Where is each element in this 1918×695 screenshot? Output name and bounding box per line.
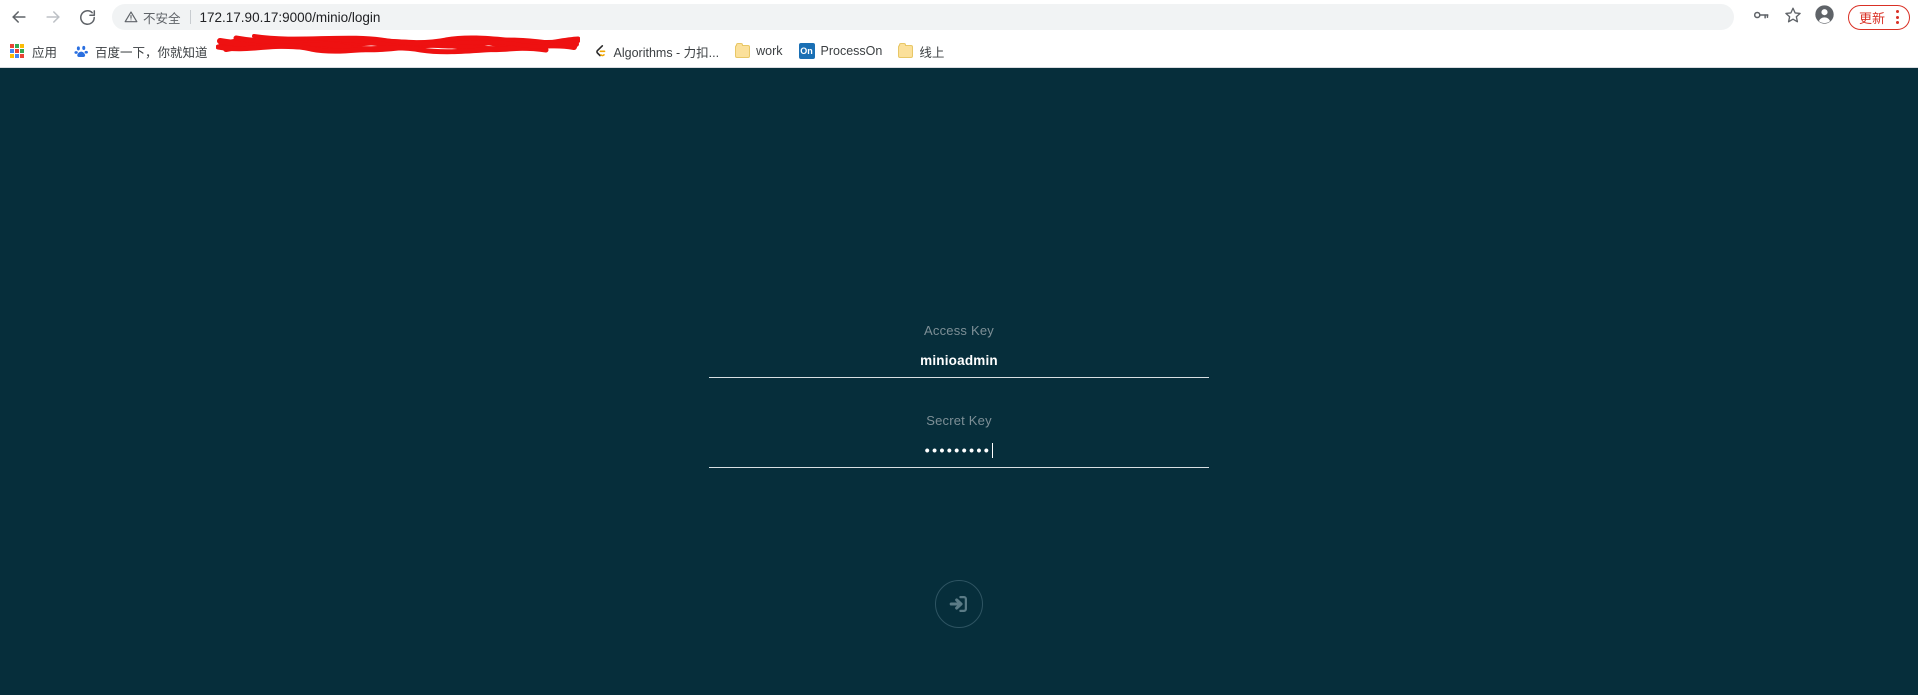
- reload-button[interactable]: [72, 2, 102, 32]
- leetcode-icon: [592, 43, 608, 59]
- apps-grid-icon: [10, 44, 24, 58]
- avatar-icon: [1814, 4, 1835, 30]
- star-icon: [1784, 6, 1802, 29]
- update-label: 更新: [1858, 10, 1885, 26]
- bookmark-baidu[interactable]: 百度一下，你就知道: [65, 39, 216, 63]
- login-form: Access Key minioadmin Secret Key •••••••…: [709, 323, 1209, 468]
- browser-chrome: 不安全 172.17.90.17:9000/minio/login 更新 应用 …: [0, 0, 1918, 68]
- back-button[interactable]: [4, 2, 34, 32]
- secret-key-field[interactable]: Secret Key •••••••••: [709, 413, 1209, 468]
- forward-button[interactable]: [38, 2, 68, 32]
- access-key-input[interactable]: minioadmin: [709, 352, 1209, 369]
- folder-icon: [898, 42, 914, 58]
- secret-key-input[interactable]: •••••••••: [709, 442, 1209, 459]
- bookmark-star-button[interactable]: [1778, 2, 1808, 32]
- bookmark-work[interactable]: work: [727, 39, 790, 63]
- bookmark-label: 百度一下，你就知道: [95, 45, 208, 60]
- bookmark-algorithms[interactable]: Algorithms - 力扣...: [584, 39, 728, 63]
- access-key-field[interactable]: Access Key minioadmin: [709, 323, 1209, 378]
- arrow-right-icon: [43, 7, 63, 27]
- folder-icon: [735, 42, 751, 58]
- arrow-left-icon: [9, 7, 29, 27]
- bookmark-redacted[interactable]: [216, 39, 584, 63]
- bookmark-apps[interactable]: 应用: [0, 39, 65, 63]
- bookmark-label: 线上: [919, 45, 945, 60]
- security-status-label: 不安全: [143, 11, 181, 26]
- bookmark-label: work: [756, 44, 783, 58]
- browser-toolbar: 不安全 172.17.90.17:9000/minio/login 更新: [0, 0, 1918, 34]
- warning-triangle-icon: [124, 10, 138, 24]
- bookmarks-bar: 应用 百度一下，你就知道 Algorithms - 力扣... work On …: [0, 34, 1918, 68]
- secret-key-label: Secret Key: [926, 413, 992, 428]
- bookmark-label: 应用: [32, 45, 58, 60]
- access-key-label: Access Key: [924, 323, 994, 338]
- baidu-paw-icon: [73, 43, 89, 59]
- three-dots-vertical-icon[interactable]: [1889, 8, 1905, 26]
- sign-in-icon: [948, 593, 970, 615]
- reload-icon: [78, 8, 97, 27]
- bookmark-label: Algorithms - 力扣...: [613, 45, 720, 60]
- processon-icon: On: [798, 43, 815, 59]
- key-icon: [1752, 6, 1770, 29]
- bookmark-processon[interactable]: On ProcessOn: [791, 39, 891, 63]
- omnibox-divider: [189, 10, 191, 24]
- toolbar-right-actions: 更新: [1744, 2, 1918, 32]
- login-submit-button[interactable]: [935, 580, 983, 628]
- url-text[interactable]: 172.17.90.17:9000/minio/login: [200, 10, 381, 25]
- minio-login-page: Access Key minioadmin Secret Key •••••••…: [0, 68, 1918, 695]
- address-bar[interactable]: 不安全 172.17.90.17:9000/minio/login: [112, 4, 1734, 30]
- bookmark-online[interactable]: 线上: [890, 39, 952, 63]
- secret-key-masked-value: •••••••••: [924, 442, 992, 458]
- login-submit-container: [709, 580, 1209, 628]
- bookmark-label: ProcessOn: [820, 44, 883, 58]
- update-button[interactable]: 更新: [1847, 4, 1910, 30]
- password-manager-button[interactable]: [1746, 2, 1776, 32]
- profile-button[interactable]: [1810, 2, 1840, 32]
- text-caret: [992, 443, 994, 458]
